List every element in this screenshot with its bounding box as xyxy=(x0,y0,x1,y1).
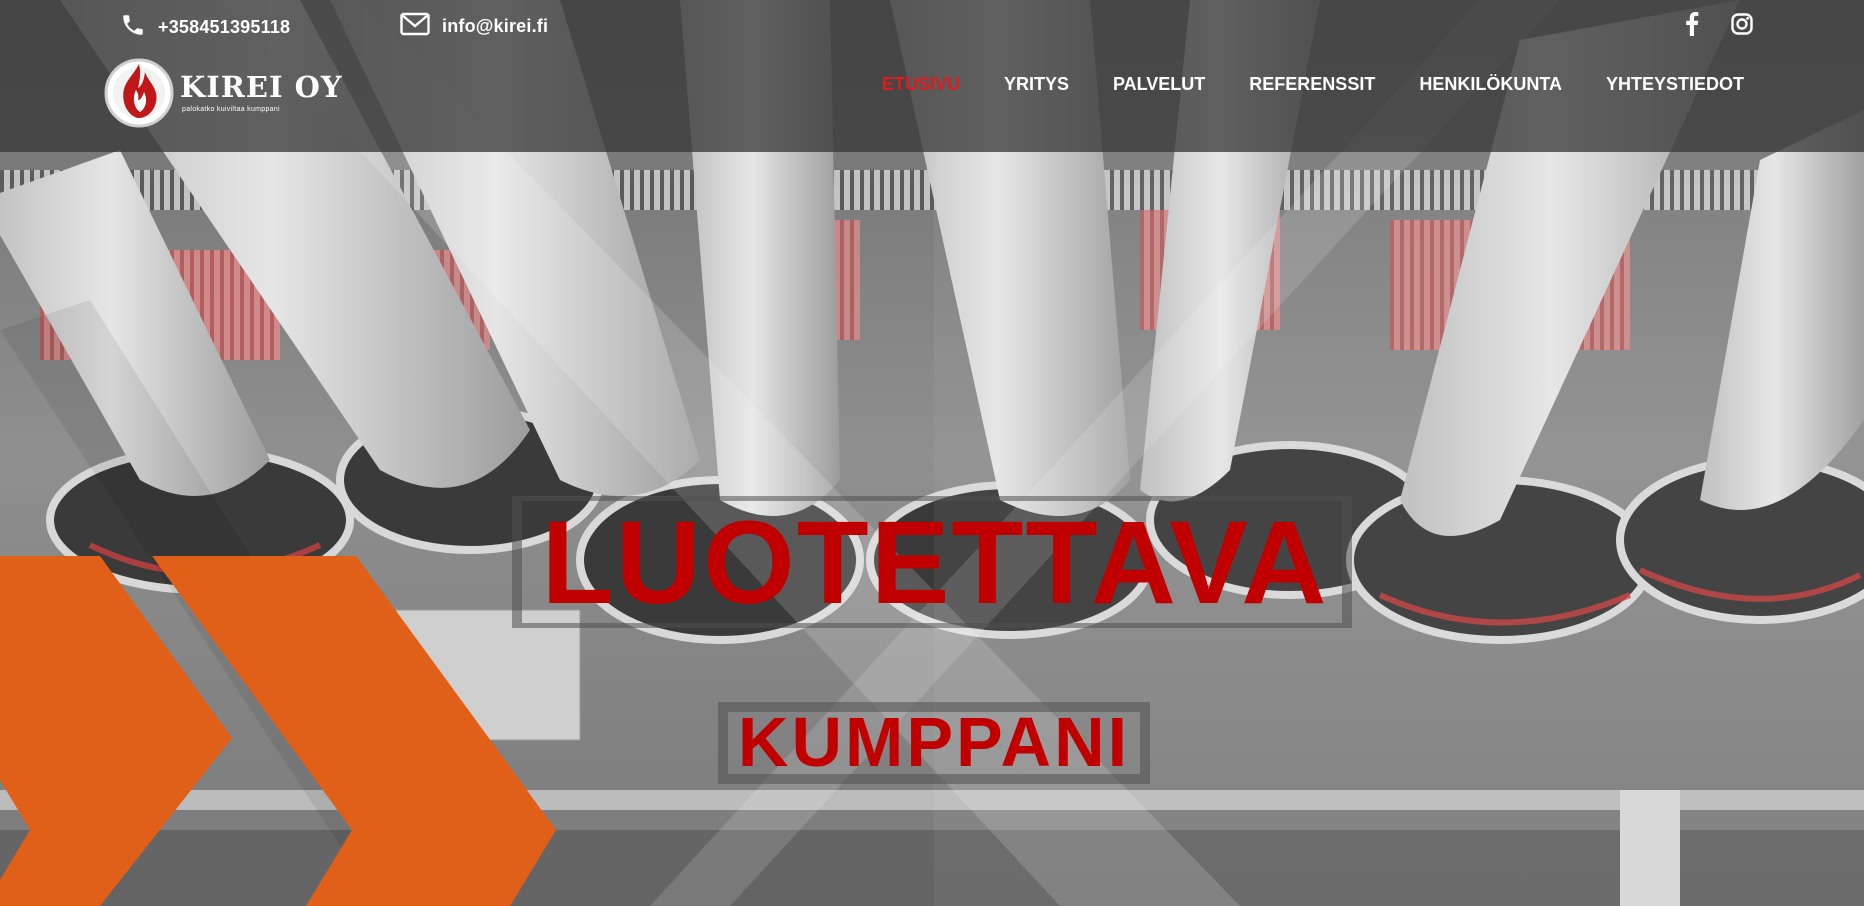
hero-headline: LUOTETTAVA xyxy=(541,497,1329,629)
site-logo[interactable]: KIREI OY palokatko kuiviltaa kumppani xyxy=(102,56,342,130)
email-address: info@kirei.fi xyxy=(442,16,549,36)
mail-icon xyxy=(400,12,430,41)
hero-subheadline: KUMPPANI xyxy=(737,703,1131,781)
nav-item-henkilokunta[interactable]: HENKILÖKUNTA xyxy=(1419,74,1562,95)
facebook-icon[interactable] xyxy=(1678,10,1706,38)
nav-item-referenssit[interactable]: REFERENSSIT xyxy=(1249,74,1375,95)
phone-icon xyxy=(120,12,146,43)
nav-item-yhteystiedot[interactable]: YHTEYSTIEDOT xyxy=(1606,74,1744,95)
instagram-icon[interactable] xyxy=(1728,10,1756,38)
site-header: +358451395118 info@kirei.fi KIREI OY pal… xyxy=(0,0,1864,152)
nav-item-etusivu[interactable]: ETUSIVU xyxy=(882,74,960,95)
main-nav: ETUSIVU YRITYS PALVELUT REFERENSSIT HENK… xyxy=(882,74,1744,95)
nav-item-palvelut[interactable]: PALVELUT xyxy=(1113,74,1205,95)
contact-email[interactable]: info@kirei.fi xyxy=(400,12,548,41)
nav-item-yritys[interactable]: YRITYS xyxy=(1004,74,1069,95)
logo-name: KIREI OY xyxy=(180,70,343,104)
logo-tagline: palokatko kuiviltaa kumppani xyxy=(182,106,280,113)
phone-number: +358451395118 xyxy=(158,17,291,37)
flame-logo-icon xyxy=(104,58,174,128)
contact-phone[interactable]: +358451395118 xyxy=(120,12,290,43)
